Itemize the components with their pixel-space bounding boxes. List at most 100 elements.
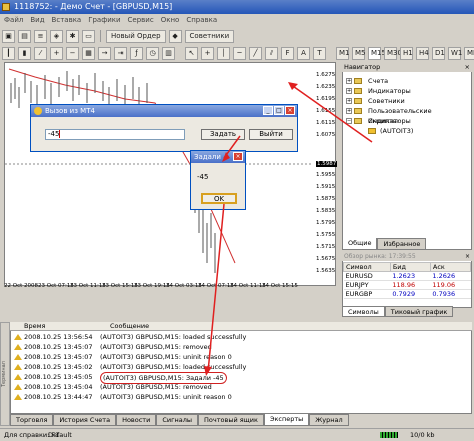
data-window-icon[interactable]: ◈ [50,29,63,43]
periods-icon[interactable]: ◷ [146,46,159,60]
autoscroll-icon[interactable]: → [98,46,111,60]
line-chart-icon[interactable]: ⁄ [34,46,47,60]
nav-item-scripts[interactable]: − Скрипты [346,116,470,126]
tile-icon[interactable]: ▦ [82,46,95,60]
channel-icon[interactable]: ⫽ [265,46,278,60]
text-icon[interactable]: A [297,46,310,60]
candle-chart-icon[interactable]: ▮ [18,46,31,60]
nav-item-autoit3[interactable]: (AUTOIT3) [346,126,470,136]
zoom-out-icon[interactable]: − [66,46,79,60]
menu-view[interactable]: Вид [30,14,44,26]
nav-item-accounts[interactable]: + Счета [346,76,470,86]
tab-general[interactable]: Общие [342,238,378,250]
tab-mailbox[interactable]: Почтовый ящик [198,414,264,426]
bar-chart-icon[interactable]: ┃ [2,46,15,60]
table-row[interactable]: EURUSD 1.2623 1.2626 [343,271,471,281]
menu-bar: Файл Вид Вставка Графики Сервис Окно Спр… [0,14,474,26]
menu-window[interactable]: Окно [161,14,180,26]
crosshair-icon[interactable]: + [201,46,214,60]
indicators-icon[interactable]: ƒ [130,46,143,60]
close-icon[interactable]: × [233,152,243,161]
call-dialog-title: Вызов из MT4 [45,107,95,115]
fibo-icon[interactable]: F [281,46,294,60]
tab-favorites[interactable]: Избранное [377,238,427,250]
tab-experts[interactable]: Эксперты [263,414,310,426]
log-row[interactable]: 2008.10.25 13:45:07 (AUTOIT3) GBPUSD,M15:… [12,342,470,352]
menu-charts[interactable]: Графики [88,14,120,26]
tf-m5[interactable]: M5 [352,46,366,60]
close-icon[interactable]: × [285,106,295,115]
cursor-icon[interactable]: ↖ [185,46,198,60]
tab-account-history[interactable]: История Счета [53,414,117,426]
new-chart-icon[interactable]: ▣ [2,29,15,43]
nav-item-advisors[interactable]: + Советники [346,96,470,106]
tf-m30[interactable]: M30 [384,46,402,60]
label-icon[interactable]: T [313,46,326,60]
log-row[interactable]: 2008.10.25 13:45:02 (AUTOIT3) GBPUSD,M15:… [12,362,470,372]
time-label: 24 Oct 11:15 [230,283,266,289]
tab-symbols[interactable]: Символы [342,306,385,317]
log-row[interactable]: 2008.10.25 13:45:04 (AUTOIT3) GBPUSD,M15:… [12,382,470,392]
templates-icon[interactable]: ▥ [162,46,175,60]
col-message[interactable]: Сообщение [110,322,149,331]
col-time[interactable]: Время [24,322,45,331]
col-bid[interactable]: Бид [389,262,431,272]
terminal-icon[interactable]: ▭ [82,29,95,43]
set-button[interactable]: Задать [201,129,245,140]
log-row[interactable]: 2008.10.25 13:56:54 (AUTOIT3) GBPUSD,M15:… [12,332,470,342]
value-input[interactable]: -45 [45,129,185,140]
minimize-icon[interactable]: _ [263,106,273,115]
nav-item-indicators[interactable]: + Индикаторы [346,86,470,96]
table-row[interactable]: EURJPY 118.96 119.06 [343,280,471,290]
tab-news[interactable]: Новости [116,414,157,426]
new-order-button[interactable]: Новый Ордер [106,29,166,43]
set-dialog-titlebar[interactable]: Задали × [191,151,245,163]
window-title-bar[interactable]: 1118752: - Демо Счет - [GBPUSD,M15] [0,0,474,14]
close-icon[interactable]: × [465,62,470,72]
log-row-highlighted[interactable]: 2008.10.25 13:45:05 (AUTOIT3) GBPUSD,M15:… [12,372,470,384]
price-chart[interactable] [4,62,336,286]
tf-h4[interactable]: H4 [416,46,429,60]
advisors-button[interactable]: Советники [184,29,235,43]
tf-w1[interactable]: W1 [448,46,462,60]
tf-d1[interactable]: D1 [432,46,445,60]
tab-signals[interactable]: Сигналы [156,414,199,426]
terminal-side-tab[interactable]: Терминал [0,322,10,426]
tf-mn[interactable]: MN [464,46,474,60]
menu-file[interactable]: Файл [4,14,23,26]
trendline-icon[interactable]: ╱ [249,46,262,60]
chart-shift-icon[interactable]: ⇥ [114,46,127,60]
log-row[interactable]: 2008.10.25 13:44:47 (AUTOIT3) GBPUSD,M15:… [12,392,470,402]
navigator-icon[interactable]: ✱ [66,29,79,43]
hline-icon[interactable]: ─ [233,46,246,60]
nav-item-custom-indicators[interactable]: + Пользовательские Индикаторы [346,106,470,125]
app-icon [2,3,10,11]
metaeditor-icon[interactable]: ◆ [168,29,182,43]
menu-insert[interactable]: Вставка [52,14,82,26]
menu-help[interactable]: Справка [186,14,217,26]
profiles-icon[interactable]: ▤ [18,29,31,43]
zoom-in-icon[interactable]: + [50,46,63,60]
tab-trade[interactable]: Торговля [10,414,54,426]
price-label: 1.5715 [316,244,336,250]
col-symbol[interactable]: Символ [343,262,391,272]
market-watch-icon[interactable]: ≡ [34,29,47,43]
vline-icon[interactable]: │ [217,46,230,60]
terminal-header: Время Сообщение [10,322,472,331]
set-dialog-title: Задали [194,153,221,161]
tf-h1[interactable]: H1 [400,46,413,60]
menu-tools[interactable]: Сервис [128,14,154,26]
tab-tick-chart[interactable]: Тиковый график [384,306,454,317]
col-ask[interactable]: Аск [429,262,472,272]
tf-m15[interactable]: M15 [368,46,386,60]
maximize-icon[interactable]: □ [274,106,284,115]
ok-button[interactable]: OK [201,193,237,204]
log-row[interactable]: 2008.10.25 13:45:07 (AUTOIT3) GBPUSD,M15:… [12,352,470,362]
table-row[interactable]: EURGBP 0.7929 0.7936 [343,289,471,299]
warning-icon [14,334,22,340]
exit-button[interactable]: Выйти [249,129,293,140]
tab-journal[interactable]: Журнал [309,414,349,426]
close-icon[interactable]: × [465,252,470,261]
call-dialog-titlebar[interactable]: Вызов из MT4 _ □ × [31,105,297,117]
tf-m1[interactable]: M1 [336,46,350,60]
